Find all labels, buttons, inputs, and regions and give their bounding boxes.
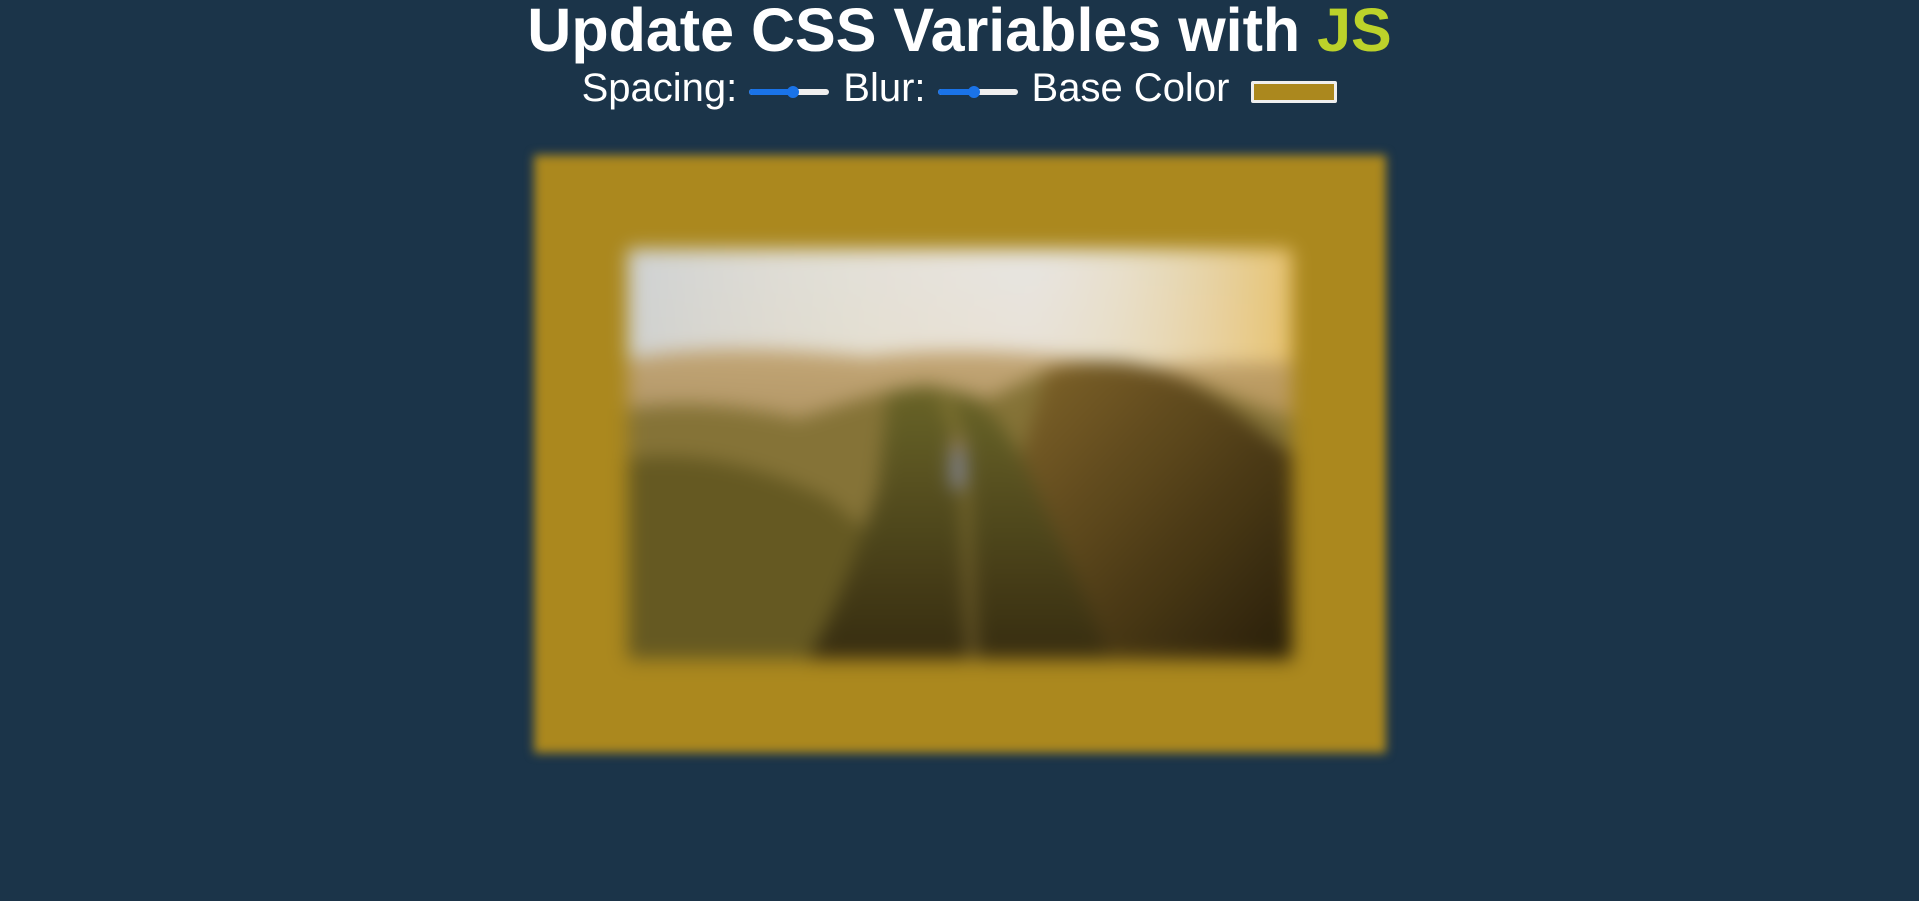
blur-label: Blur:: [843, 66, 926, 110]
page: Update CSS Variables with JS Spacing: Bl…: [0, 0, 1919, 901]
page-title: Update CSS Variables with JS: [0, 0, 1919, 61]
mountain-ridge-photo: [628, 249, 1292, 659]
image-frame: [534, 155, 1386, 753]
spacing-label: Spacing:: [581, 66, 738, 110]
spacing-slider-thumb[interactable]: [787, 86, 800, 98]
controls: Spacing: Blur: Base Color: [0, 64, 1919, 112]
title-highlight: JS: [1317, 0, 1392, 64]
spacing-slider[interactable]: [749, 83, 830, 101]
blur-slider-thumb[interactable]: [967, 86, 980, 98]
blur-slider[interactable]: [937, 83, 1018, 101]
base-color-picker[interactable]: [1251, 81, 1338, 103]
base-color-label: Base Color: [1031, 66, 1230, 110]
base-color-swatch: [1254, 84, 1335, 100]
title-text: Update CSS Variables with: [527, 0, 1318, 64]
mountain-photo-graphic: [628, 249, 1292, 659]
